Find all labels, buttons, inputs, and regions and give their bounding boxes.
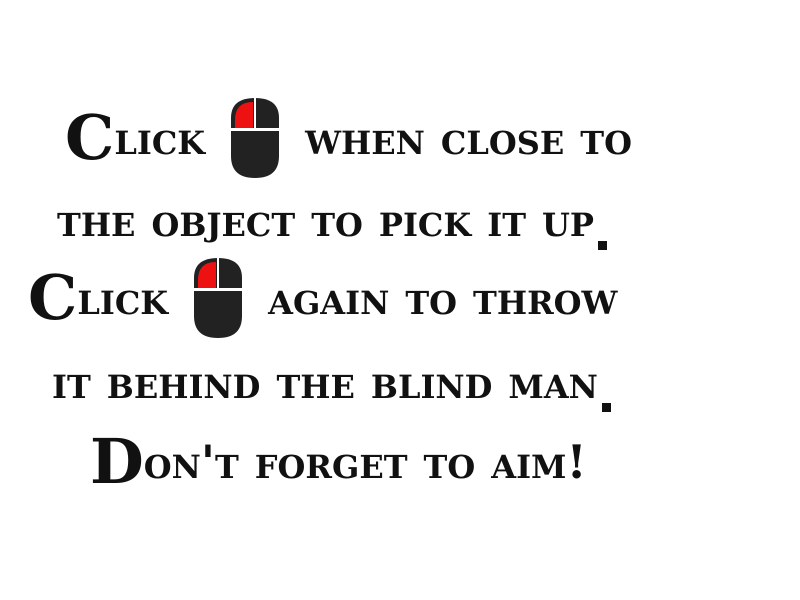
instruction-text: on't forget to aim! [143, 435, 587, 489]
instruction-text: lick [77, 271, 169, 325]
drop-cap: D [90, 425, 144, 498]
period-mark [601, 403, 611, 412]
instruction-line-4: it behind the blind man [52, 342, 611, 422]
mouse-left-click-icon [227, 94, 283, 182]
instruction-line-1: Click when close to [65, 98, 632, 178]
mouse-left-click-icon [190, 254, 246, 342]
instruction-text: the object to pick it up [57, 193, 594, 247]
instruction-text: it behind the blind man [52, 355, 598, 409]
instruction-text: lick [114, 111, 206, 165]
instruction-screen: Click when close to the object to pick i… [0, 0, 800, 600]
drop-cap: C [65, 101, 115, 174]
period-mark [598, 241, 607, 250]
instruction-text: when close to [305, 111, 632, 165]
instruction-line-3: Click again to throw [28, 258, 617, 338]
instruction-line-2: the object to pick it up [57, 180, 607, 260]
instruction-text: again to throw [268, 271, 618, 325]
drop-cap: C [28, 261, 78, 334]
instruction-line-5: Don't forget to aim! [90, 422, 587, 502]
